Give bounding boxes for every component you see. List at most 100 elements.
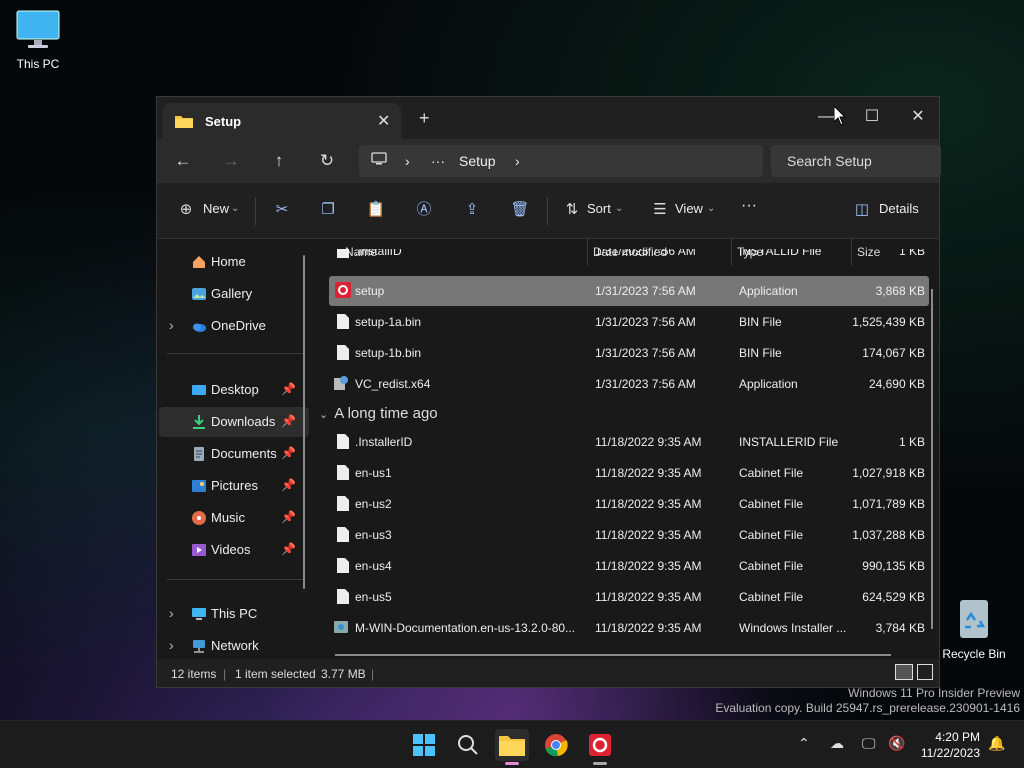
up-button[interactable]: ↑ <box>265 147 293 175</box>
sidebar-item-home[interactable]: Home <box>159 247 309 277</box>
forward-button[interactable]: → <box>217 147 245 175</box>
status-divider: | <box>371 667 375 681</box>
notification-bell-icon[interactable]: 🔔 <box>988 735 1005 752</box>
horizontal-scrollbar[interactable] <box>335 654 891 656</box>
file-size: 990,135 KB <box>862 559 925 573</box>
file-name: VC_redist.x64 <box>355 377 431 391</box>
plus-circle-icon: ⊕ <box>179 201 193 218</box>
file-icon <box>337 465 349 480</box>
table-row[interactable]: en-us3 11/18/2022 9:35 AM Cabinet File 1… <box>329 520 929 550</box>
file-size: 624,529 KB <box>862 590 925 604</box>
sidebar-item-desktop[interactable]: Desktop 📌 <box>159 375 309 405</box>
sidebar-item-onedrive[interactable]: › OneDrive <box>159 311 309 341</box>
table-row[interactable]: en-us1 11/18/2022 9:35 AM Cabinet File 1… <box>329 458 929 488</box>
table-row[interactable]: .InstallerID 11/18/2022 9:35 AM INSTALLE… <box>329 427 929 457</box>
group-header[interactable]: ⌄ A long time ago <box>319 405 438 422</box>
sidebar-item-videos[interactable]: Videos 📌 <box>159 535 309 565</box>
address-bar[interactable]: › ··· Setup › <box>359 145 763 177</box>
mouse-cursor <box>833 104 847 131</box>
volume-muted-icon[interactable]: 🔇 <box>888 735 905 752</box>
paste-icon[interactable]: 📋 <box>365 199 387 221</box>
details-button[interactable]: Details <box>879 201 919 216</box>
taskbar-file-explorer[interactable] <box>495 729 529 765</box>
table-row[interactable]: en-us4 11/18/2022 9:35 AM Cabinet File 9… <box>329 551 929 581</box>
breadcrumb-overflow[interactable]: ··· <box>431 153 445 169</box>
file-type: Application <box>739 284 798 298</box>
network-icon[interactable]: 🖵 <box>862 735 876 752</box>
clock-date: 11/22/2023 <box>920 746 980 760</box>
search-input[interactable]: Search Setup <box>771 145 941 177</box>
pin-icon: 📌 <box>281 414 296 428</box>
table-row[interactable]: M-WIN-Documentation.en-us-13.2.0-80... 1… <box>329 613 929 643</box>
sort-button[interactable]: Sort <box>587 201 611 216</box>
new-tab-button[interactable]: + <box>419 108 430 129</box>
sidebar-item-pictures[interactable]: Pictures 📌 <box>159 471 309 501</box>
desktop-icon-label: Recycle Bin <box>942 647 1006 661</box>
chevron-right-icon[interactable]: › <box>169 317 174 333</box>
sidebar-item-gallery[interactable]: Gallery <box>159 279 309 309</box>
new-button[interactable]: New <box>203 201 229 216</box>
tiles-view-icon[interactable] <box>917 664 933 680</box>
file-date: 11/18/2022 9:35 AM <box>595 528 702 542</box>
sidebar-item-downloads[interactable]: Downloads 📌 <box>159 407 309 437</box>
delete-icon[interactable]: 🗑 <box>509 199 531 221</box>
share-icon[interactable]: ⇪ <box>461 199 483 221</box>
more-options-button[interactable]: ··· <box>741 197 757 215</box>
chevron-right-icon[interactable]: › <box>515 153 520 169</box>
cut-icon[interactable]: ✂ <box>271 199 293 221</box>
desktop-icon-recycle-bin[interactable]: Recycle Bin <box>936 596 1012 661</box>
table-row[interactable]: setup 1/31/2023 7:56 AM Application 3,86… <box>329 276 929 306</box>
desktop-icon-label: This PC <box>16 57 60 71</box>
chevron-right-icon[interactable]: › <box>169 637 174 653</box>
file-type: Application <box>739 377 798 391</box>
table-row[interactable]: .InstallID 1/31/2023 7:56 AM INSTALLID F… <box>329 249 929 269</box>
file-size: 1,037,288 KB <box>852 528 925 542</box>
table-row[interactable]: setup-1b.bin 1/31/2023 7:56 AM BIN File … <box>329 338 929 368</box>
table-row[interactable]: setup-1a.bin 1/31/2023 7:56 AM BIN File … <box>329 307 929 337</box>
breadcrumb-setup[interactable]: Setup <box>459 153 496 169</box>
navigation-pane: Home Gallery › OneDrive Desktop 📌 Downlo… <box>157 239 313 659</box>
title-bar[interactable]: Setup ✕ + — ☐ ✕ <box>157 97 939 139</box>
view-button[interactable]: View <box>675 201 703 216</box>
copy-icon[interactable]: ❐ <box>317 199 339 221</box>
clock[interactable]: 4:20 PM 11/22/2023 <box>914 729 980 761</box>
rename-icon[interactable]: Ⓐ <box>413 199 435 221</box>
search-button[interactable] <box>451 729 485 761</box>
chevron-right-icon[interactable]: › <box>405 153 410 169</box>
chevron-up-icon[interactable]: ⌃ <box>798 735 810 752</box>
taskbar-setup-app[interactable] <box>583 729 617 765</box>
file-type: Cabinet File <box>739 466 804 480</box>
refresh-button[interactable]: ↻ <box>313 147 341 175</box>
sidebar-item-network[interactable]: › Network <box>159 631 309 661</box>
close-tab-icon[interactable]: ✕ <box>377 111 390 131</box>
status-bar: 12 items | 1 item selected 3.77 MB | <box>157 659 939 687</box>
table-row[interactable]: en-us2 11/18/2022 9:35 AM Cabinet File 1… <box>329 489 929 519</box>
file-icon <box>337 589 349 604</box>
back-button[interactable]: ← <box>169 147 197 175</box>
desktop-icon-this-pc[interactable]: This PC <box>0 10 76 71</box>
tab-setup[interactable]: Setup ✕ <box>163 103 401 139</box>
sidebar-item-documents[interactable]: Documents 📌 <box>159 439 309 469</box>
start-button[interactable] <box>407 729 441 761</box>
vertical-scrollbar[interactable] <box>931 289 933 629</box>
taskbar-chrome[interactable] <box>539 729 573 761</box>
file-date: 1/31/2023 7:56 AM <box>595 377 696 391</box>
file-type: BIN File <box>739 315 782 329</box>
desktop-folder-icon <box>191 382 207 398</box>
maximize-button[interactable]: ☐ <box>849 103 895 131</box>
onedrive-offline-icon[interactable]: ☁ <box>830 735 844 752</box>
command-bar: ⊕ New ⌄ ✂ ❐ 📋 Ⓐ ⇪ 🗑 ⇅ Sort ⌄ ☰ View ⌄ ··… <box>157 183 939 239</box>
details-view-icon[interactable] <box>895 664 913 680</box>
close-window-button[interactable]: ✕ <box>895 103 941 131</box>
recycle-bin-icon <box>936 596 1012 643</box>
table-row[interactable]: VC_redist.x64 1/31/2023 7:56 AM Applicat… <box>329 369 929 399</box>
pin-icon: 📌 <box>281 478 296 492</box>
sidebar-item-this-pc[interactable]: › This PC <box>159 599 309 629</box>
table-row[interactable]: en-us5 11/18/2022 9:35 AM Cabinet File 6… <box>329 582 929 612</box>
sidebar-item-music[interactable]: Music 📌 <box>159 503 309 533</box>
chevron-right-icon[interactable]: › <box>169 605 174 621</box>
sidebar-item-label: Desktop <box>211 382 259 397</box>
sidebar-scrollbar[interactable] <box>303 255 305 589</box>
file-type: Windows Installer ... <box>739 621 847 635</box>
file-name: .InstallerID <box>355 435 413 449</box>
